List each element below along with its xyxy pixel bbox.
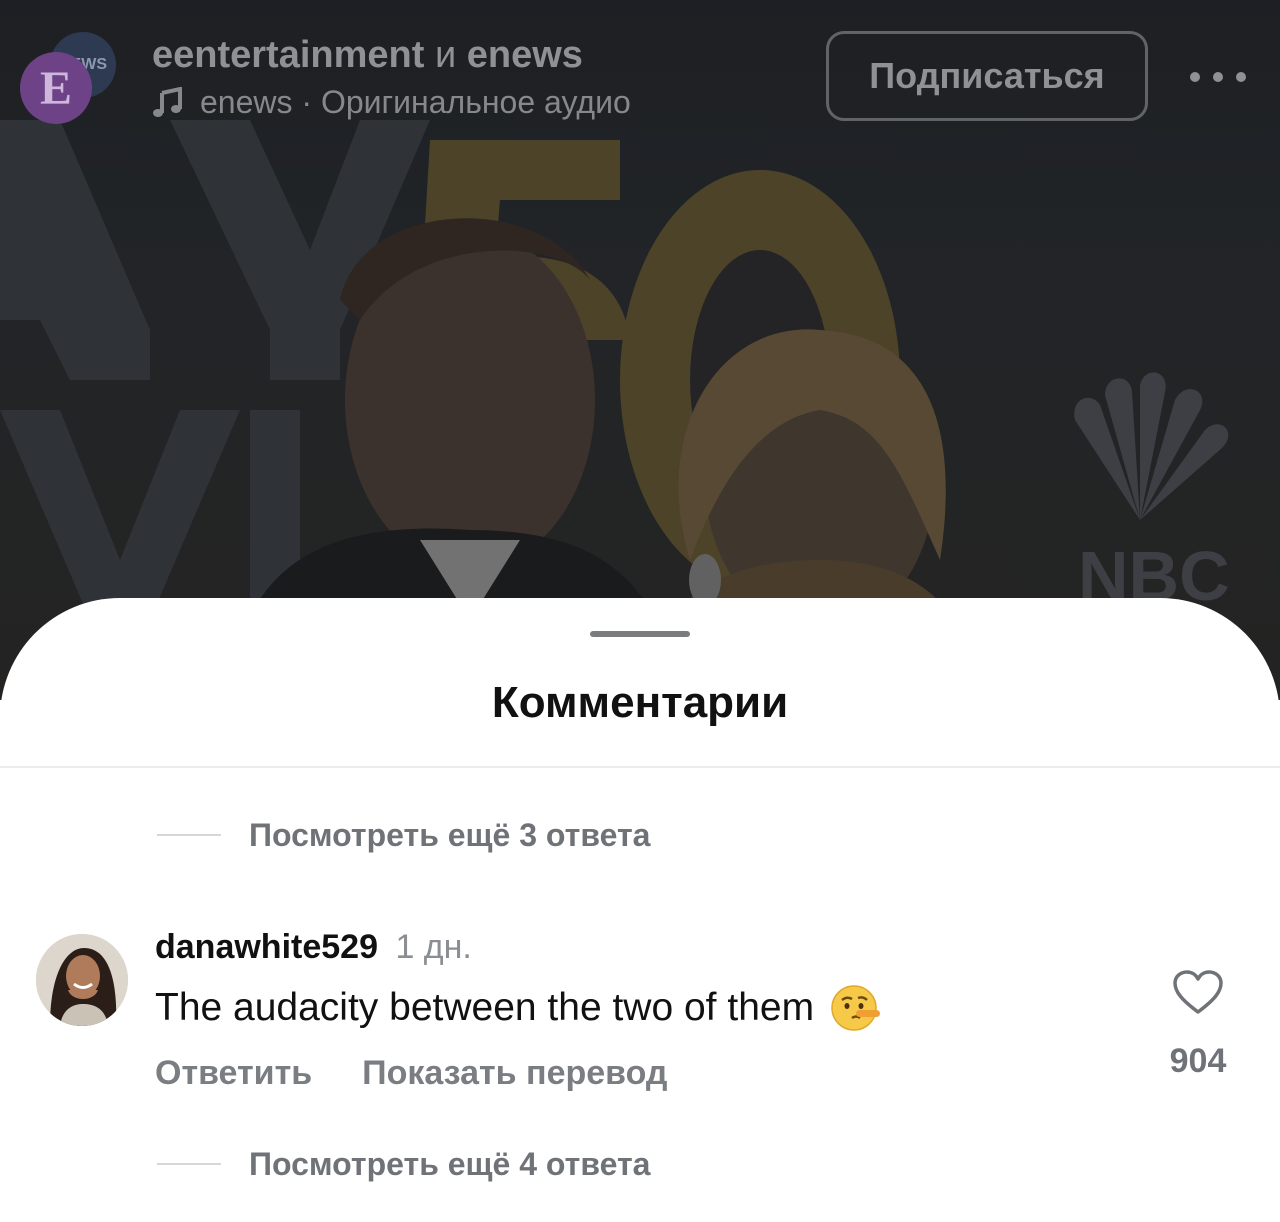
replies-line: [157, 834, 221, 836]
comment-text: The audacity between the two of them: [155, 986, 815, 1029]
reels-comments-screen: NBC NEWS E eentertainment и enews: [0, 0, 1280, 1222]
account-joiner: и: [434, 34, 457, 76]
view-more-replies-label[interactable]: Посмотреть ещё 4 ответа: [249, 1146, 650, 1183]
comment-time: 1 дн.: [395, 928, 472, 966]
sheet-title: Комментарии: [491, 678, 789, 727]
comment-actions: Ответить Показать перевод: [155, 1054, 668, 1093]
comment-body: The audacity between the two of them: [155, 982, 882, 1034]
sheet-drag-handle[interactable]: [590, 631, 690, 637]
subscribe-label: Подписаться: [869, 55, 1105, 96]
audio-label: enews · Оригинальное аудио: [200, 84, 631, 120]
account-names[interactable]: eentertainment и enews: [152, 34, 583, 77]
view-more-replies-top[interactable]: Посмотреть ещё 3 ответа: [157, 813, 650, 857]
subscribe-button[interactable]: Подписаться: [826, 31, 1148, 121]
replies-line: [157, 1163, 221, 1165]
heart-icon[interactable]: [1172, 970, 1224, 1016]
audio-info[interactable]: enews · Оригинальное аудио: [152, 84, 631, 121]
view-more-replies-label[interactable]: Посмотреть ещё 3 ответа: [249, 817, 650, 854]
lying-face-icon: [830, 982, 882, 1034]
comment-header: danawhite529 1 дн.: [155, 928, 472, 967]
avatar[interactable]: [36, 934, 128, 1026]
avatar-letter: E: [39, 61, 72, 115]
show-translation-button[interactable]: Показать перевод: [362, 1054, 667, 1093]
user-avatar-illustration: [36, 934, 128, 1026]
account-primary[interactable]: eentertainment: [152, 34, 424, 76]
view-more-replies-bottom[interactable]: Посмотреть ещё 4 ответа: [157, 1142, 650, 1186]
comments-sheet: Комментарии Посмотреть ещё 3 ответа dana…: [0, 598, 1280, 1222]
like-count: 904: [1169, 1042, 1227, 1080]
reply-button[interactable]: Ответить: [155, 1054, 312, 1093]
sheet-divider: [0, 766, 1280, 768]
account-avatar[interactable]: E: [20, 52, 92, 124]
more-options-icon[interactable]: [1190, 64, 1246, 90]
comment-username[interactable]: danawhite529: [155, 928, 378, 966]
account-secondary[interactable]: enews: [467, 34, 583, 76]
music-note-icon: [152, 86, 184, 119]
